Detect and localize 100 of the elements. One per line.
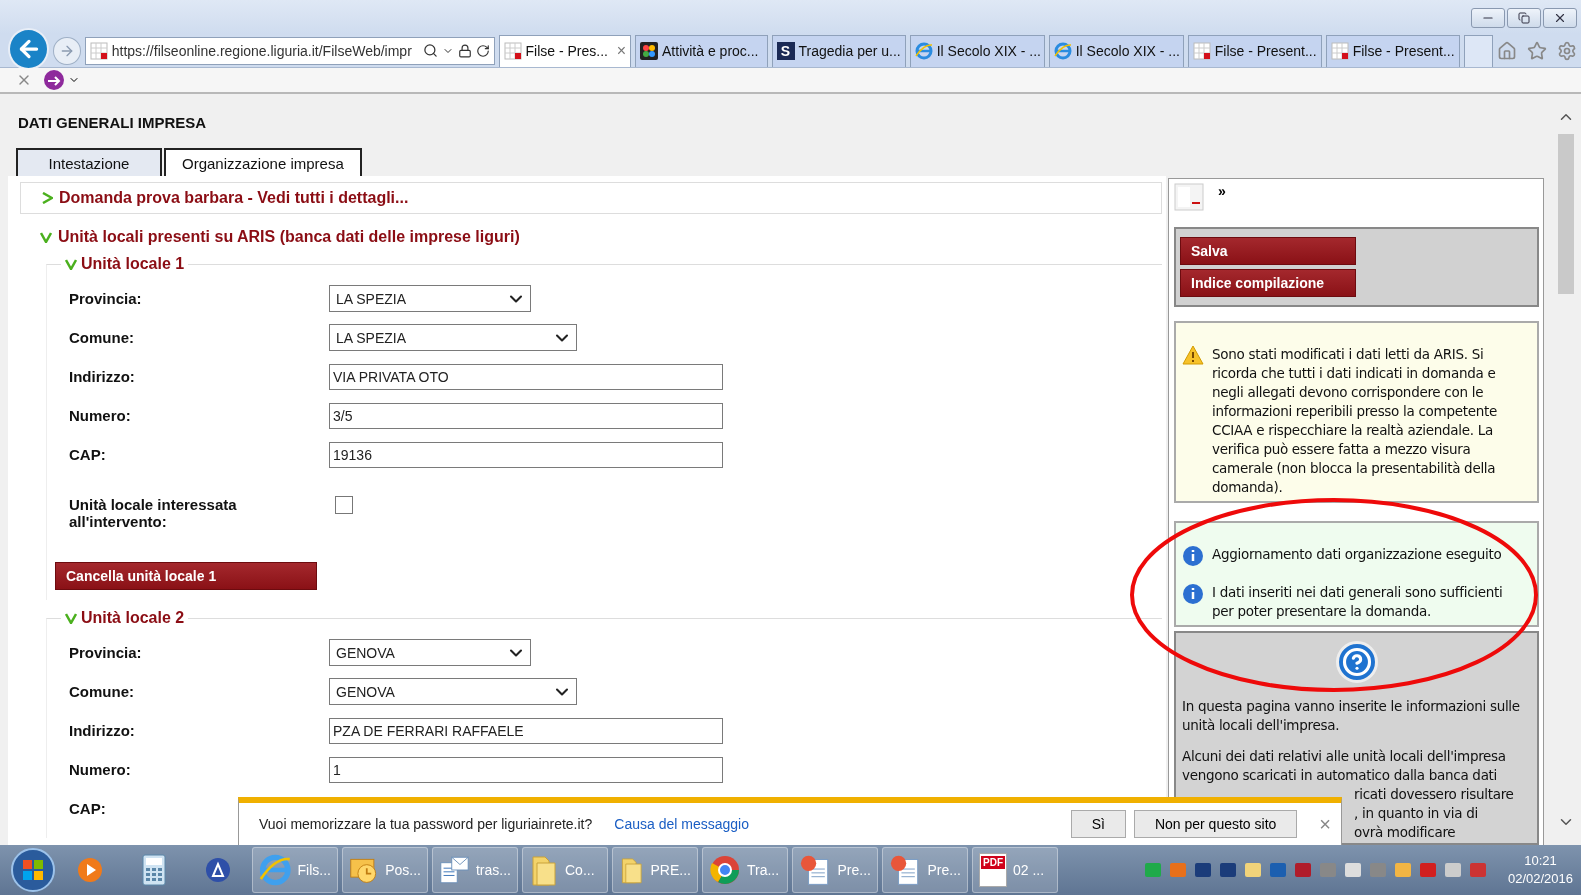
browser-tab[interactable]: Il Secolo XIX - ...: [909, 34, 1045, 67]
new-tab-button[interactable]: [1463, 34, 1493, 67]
chrome-icon: [709, 854, 741, 886]
page-tab[interactable]: Intestazione: [16, 148, 162, 176]
section-title[interactable]: Unità locali presenti su ARIS (banca dati delle imprese liguri): [58, 228, 520, 246]
tray-icon[interactable]: [1268, 861, 1287, 879]
field-label: CAP:: [69, 800, 107, 817]
address-bar[interactable]: https://filseonline.regione.liguria.it/FilseWeb/impr: [84, 36, 495, 65]
browser-tab[interactable]: Filse - Present...: [1325, 34, 1460, 67]
browser-tab[interactable]: Filse - Pres... ×: [498, 34, 631, 67]
colorful-logo-icon: [640, 42, 658, 60]
message-link[interactable]: Causa del messaggio: [614, 816, 749, 832]
tray-icon[interactable]: [1168, 861, 1187, 879]
pdf-document-icon: PDF: [979, 853, 1007, 887]
lock-icon: [457, 43, 472, 58]
field-label: Indirizzo:: [69, 722, 136, 739]
notification-text: Vuoi memorizzare la tua password per liguriainrete.it?: [259, 816, 593, 832]
tray-icon[interactable]: [1293, 861, 1312, 879]
e-logo-icon: [1053, 42, 1072, 60]
chevron-down-icon[interactable]: [40, 231, 52, 243]
chevron-right-icon[interactable]: [41, 192, 53, 204]
tray-icon[interactable]: [1193, 861, 1212, 879]
e-logo-icon: [914, 42, 933, 60]
field-label: Provincia:: [69, 290, 143, 307]
tray-icon[interactable]: [1393, 861, 1412, 879]
field-label: Numero:: [69, 407, 132, 424]
restore-icon: [1518, 12, 1530, 24]
input-field[interactable]: PZA DE FERRARI RAFFAELE: [329, 717, 723, 744]
chevron-down-icon[interactable]: [65, 258, 77, 270]
input-field[interactable]: VIA PRIVATA OTO: [329, 363, 723, 390]
panel-collapse-icon[interactable]: [1174, 183, 1204, 211]
grid-icon: [1192, 42, 1211, 60]
scrollbar-thumb[interactable]: [1558, 134, 1574, 294]
start-button[interactable]: [10, 847, 56, 893]
grid-icon: [89, 41, 108, 60]
yes-button[interactable]: Sì: [1070, 810, 1126, 838]
delta-icon: [204, 856, 232, 884]
field-label: Numero:: [69, 761, 132, 778]
letter-logo-icon: S: [776, 42, 795, 60]
close-button[interactable]: [1543, 8, 1577, 28]
help-icon: [1335, 641, 1378, 683]
field-label: Provincia:: [69, 644, 143, 661]
index-button[interactable]: Indice compilazione: [1180, 269, 1356, 297]
browser-tab[interactable]: Attività e proc...: [635, 34, 768, 67]
delete-unit-button[interactable]: Cancella unità locale 1: [55, 562, 317, 590]
save-button[interactable]: Salva: [1180, 237, 1356, 265]
browser-tab[interactable]: Il Secolo XIX - ...: [1048, 34, 1184, 67]
page-tab[interactable]: Organizzazione impresa: [164, 148, 362, 176]
chevron-down-icon[interactable]: [65, 612, 77, 624]
input-field[interactable]: 3/5: [329, 402, 723, 429]
forward-button[interactable]: [53, 36, 81, 65]
warning-text: Sono stati modificati i dati letti da ARIS. Si ricorda che tutti i dati indicati in domanda e negli allegati devono corrispondere con le informazioni reperibili presso la competente CCIAA e rispecchiare la realtà aziendale. La verifica può essere fatta a mezzo visura camerale (non blocca la presentabilità della domanda).: [1212, 345, 1498, 497]
summary-link[interactable]: Domanda prova barbara - Vedi tutti i dettagli...: [59, 189, 409, 207]
close-button[interactable]: ×: [1319, 812, 1331, 836]
grid-icon: [1330, 42, 1349, 60]
dropdown-field[interactable]: GENOVA: [329, 678, 577, 705]
star-icon[interactable]: [1527, 40, 1547, 61]
help-text: , in quanto in via di: [1354, 804, 1479, 823]
dropdown-field[interactable]: LA SPEZIA: [329, 285, 531, 312]
dropdown-field[interactable]: GENOVA: [329, 639, 531, 666]
info-text: Aggiornamento dati organizzazione eseguito: [1212, 545, 1502, 564]
input-field[interactable]: 19136: [329, 441, 723, 468]
tray-icon[interactable]: [1468, 861, 1487, 879]
e-logo-icon: [259, 853, 292, 887]
browser-tab[interactable]: S Tragedia per u...: [771, 34, 906, 67]
home-icon[interactable]: [1497, 40, 1517, 61]
warning-icon: [1182, 345, 1204, 365]
info-text: I dati inseriti nei dati generali sono sufficienti per poter presentare la domanda.: [1212, 583, 1504, 621]
tray-icon[interactable]: [1443, 861, 1462, 879]
page-title: DATI GENERALI IMPRESA: [17, 113, 208, 133]
refresh-icon: [475, 43, 490, 58]
dropdown-field[interactable]: LA SPEZIA: [329, 324, 577, 351]
field-label: Indirizzo:: [69, 368, 136, 385]
calculator-icon: [142, 854, 166, 886]
tray-icon[interactable]: [1418, 861, 1437, 879]
document-envelope-icon: [439, 854, 470, 886]
tray-icon[interactable]: [1243, 861, 1262, 879]
tray-icon[interactable]: [1343, 861, 1362, 879]
folder-icon: [529, 853, 559, 887]
checkbox[interactable]: [335, 496, 353, 514]
tray-icon[interactable]: [1218, 861, 1237, 879]
browser-tab[interactable]: Filse - Present...: [1187, 34, 1322, 67]
settings-icon[interactable]: [1557, 40, 1577, 61]
grid-icon: [503, 42, 522, 60]
play-icon: [76, 856, 104, 884]
info-icon: [1182, 545, 1204, 567]
expand-toggle[interactable]: »: [1218, 183, 1226, 199]
help-text: ricati dovessero risultare: [1354, 785, 1515, 804]
help-text: ovrà modificare: [1354, 823, 1457, 842]
not-for-site-button[interactable]: Non per questo sito: [1133, 810, 1298, 838]
help-text: In questa pagina vanno inserite le informazioni sulle unità locali dell'impresa.: [1182, 697, 1521, 735]
input-field[interactable]: 1: [329, 756, 723, 783]
field-label: Comune:: [69, 683, 135, 700]
search-icon: [422, 43, 438, 58]
minimize-button[interactable]: [1471, 8, 1505, 28]
tray-icon[interactable]: [1143, 861, 1162, 879]
field-label: Comune:: [69, 329, 135, 346]
taskbar-item[interactable]: PDF 02 ...: [972, 847, 1058, 893]
clock: 10:21 02/02/2016: [1507, 852, 1573, 888]
field-label: CAP:: [69, 446, 107, 463]
